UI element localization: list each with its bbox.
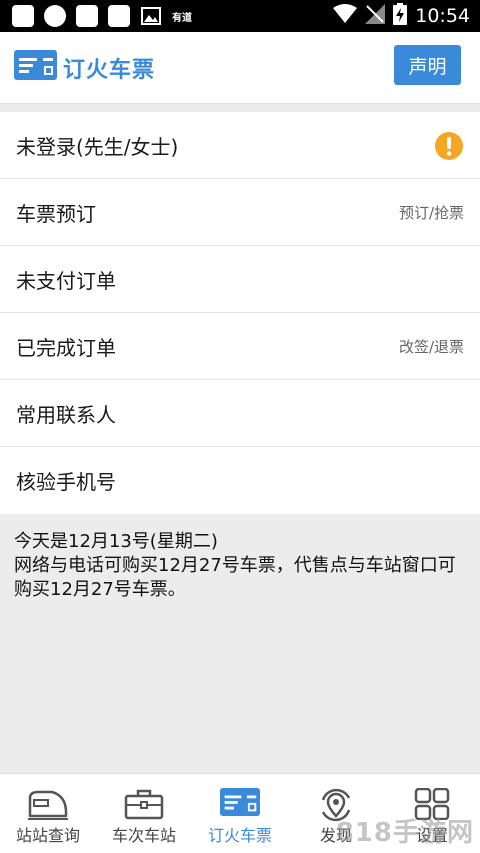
menu-item-label: 未登录(先生/女士) [16, 134, 179, 159]
menu-item-hint: 预订/抢票 [398, 203, 464, 222]
status-bar: 有道 10:54 [0, 0, 480, 32]
unpaid-orders-item[interactable]: 未支付订单 [0, 246, 480, 313]
ticket-sale-info: 今天是12月13号(星期二) 网络与电话可购买12月27号车票，代售点与车站窗口… [14, 530, 469, 602]
menu-item-label: 核验手机号 [16, 470, 116, 494]
verify-phone-item[interactable]: 核验手机号 [0, 447, 480, 514]
declaration-button[interactable]: 声明 [394, 45, 461, 85]
youdao-notification-label: 有道 [172, 12, 192, 24]
notification-app-icon [108, 5, 130, 27]
notification-app-icon [44, 5, 66, 27]
battery-charging-icon [393, 3, 408, 29]
tab-book-ticket[interactable]: 订火车票 [192, 774, 288, 853]
no-signal-icon [365, 4, 386, 28]
menu-item-label: 未支付订单 [16, 268, 116, 293]
today-date-text: 今天是12月13号(星期二) [14, 531, 218, 552]
image-icon [140, 5, 162, 27]
tab-label: 车次车站 [111, 826, 176, 845]
frequent-contacts-item[interactable]: 常用联系人 [0, 380, 480, 447]
app-header: 订火车票 声明 [0, 32, 480, 104]
menu-item-label: 车票预订 [16, 201, 96, 226]
briefcase-icon [124, 774, 164, 824]
system-icons: 10:54 [333, 3, 470, 29]
ticket-logo-icon [14, 50, 57, 84]
login-item[interactable]: 未登录(先生/女士) [0, 112, 480, 179]
menu-item-hint: 改签/退票 [398, 337, 464, 356]
wifi-icon [333, 4, 358, 28]
notification-icons: 有道 [12, 5, 192, 27]
tab-station-query[interactable]: 站站查询 [0, 774, 96, 853]
tab-train-station[interactable]: 车次车站 [96, 774, 192, 853]
sale-window-text: 网络与电话可购买12月27号车票，代售点与车站窗口可购买12月27号车票。 [14, 555, 456, 600]
menu-item-label: 常用联系人 [16, 402, 116, 427]
tab-label: 站站查询 [15, 826, 80, 845]
completed-orders-item[interactable]: 已完成订单 改签/退票 [0, 313, 480, 380]
notification-app-icon [12, 5, 34, 27]
warning-icon [435, 132, 463, 164]
train-icon [26, 774, 70, 824]
page-title: 订火车票 [63, 58, 156, 83]
ticket-icon [220, 774, 260, 820]
watermark: 818手游网 [335, 818, 474, 848]
clock: 10:54 [415, 5, 470, 27]
ticket-booking-item[interactable]: 车票预订 预订/抢票 [0, 179, 480, 246]
notification-app-icon [76, 5, 98, 27]
menu-item-label: 已完成订单 [16, 335, 116, 360]
tab-label: 订火车票 [207, 826, 272, 845]
menu-list: 未登录(先生/女士) 车票预订 预订/抢票 未支付订单 已完成订单 改签/退票 … [0, 112, 480, 514]
